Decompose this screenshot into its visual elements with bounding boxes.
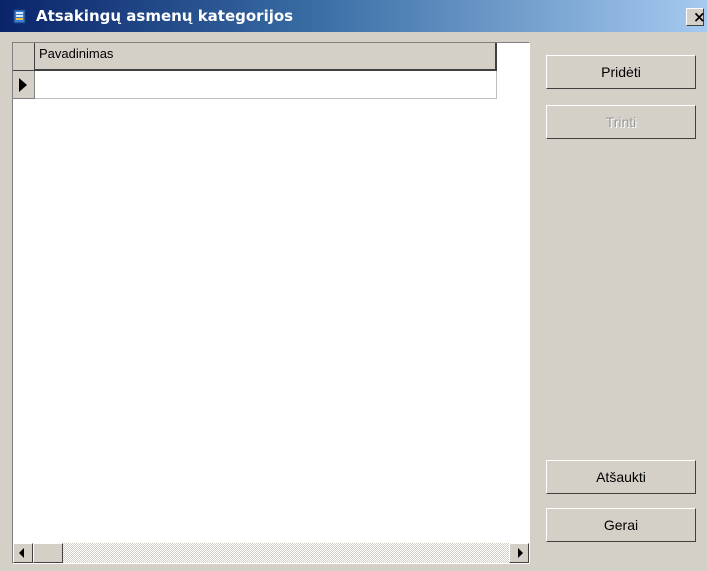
arrow-left-icon (19, 548, 24, 558)
dialog-window: Atsakingų asmenų kategorijos × Pavadinim… (0, 0, 707, 571)
current-row-arrow-icon (19, 78, 27, 92)
cancel-button[interactable]: Atšaukti (546, 460, 696, 494)
column-header-pavadinimas[interactable]: Pavadinimas (35, 43, 497, 71)
scroll-left-button[interactable] (13, 543, 33, 563)
add-button[interactable]: Pridėti (546, 55, 696, 89)
app-icon (12, 9, 28, 25)
close-button[interactable]: × (686, 8, 706, 26)
categories-grid[interactable]: Pavadinimas (12, 42, 530, 564)
scroll-right-button[interactable] (509, 543, 529, 563)
horizontal-scrollbar[interactable] (13, 543, 529, 563)
title-bar[interactable]: Atsakingų asmenų kategorijos × (0, 0, 707, 32)
grid-cell-pavadinimas[interactable] (35, 71, 497, 99)
scrollbar-thumb[interactable] (33, 543, 63, 563)
ok-button[interactable]: Gerai (546, 508, 696, 542)
grid-corner-cell (13, 43, 35, 71)
window-title: Atsakingų asmenų kategorijos (36, 7, 294, 25)
delete-button[interactable]: Trinti (546, 105, 696, 139)
close-icon: × (693, 8, 706, 26)
arrow-right-icon (518, 548, 523, 558)
row-indicator[interactable] (13, 71, 35, 99)
